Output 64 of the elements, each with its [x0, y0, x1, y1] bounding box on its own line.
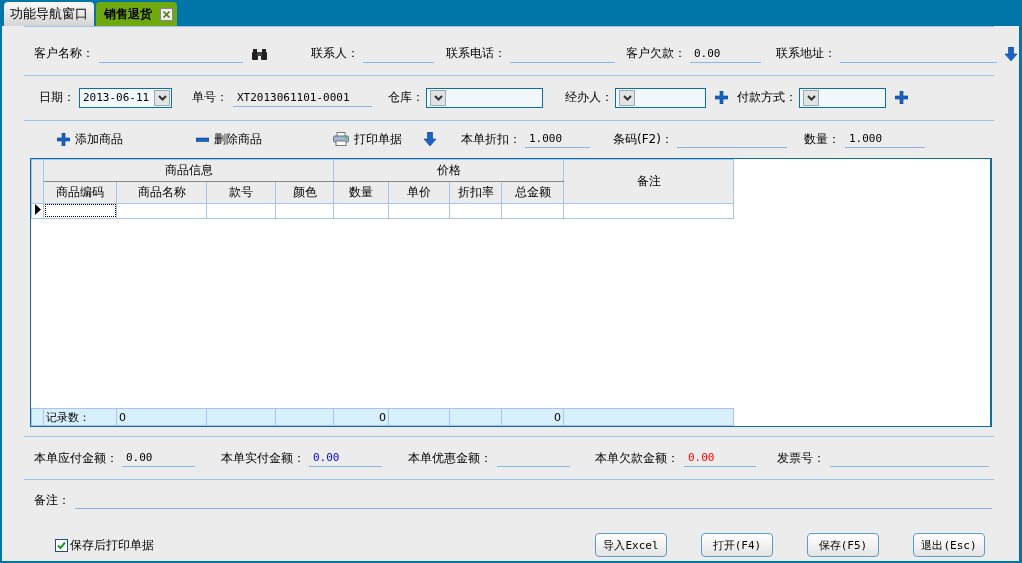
- toolbar-button[interactable]: 删除商品: [196, 130, 262, 148]
- chevron-icon: [622, 94, 632, 101]
- toolbar-button[interactable]: 打印单据: [333, 130, 402, 148]
- dropdown-field[interactable]: 2013-06-11: [79, 87, 172, 108]
- field-label: 客户欠款：: [626, 45, 687, 63]
- field-label: 单号：: [192, 89, 229, 107]
- field-label: 本单欠款金额：: [595, 449, 680, 467]
- action-button[interactable]: 导入Excel: [595, 533, 667, 558]
- field-label: 仓库：: [388, 89, 425, 107]
- column-header: 备注: [563, 159, 734, 204]
- field-label: 数量：: [804, 130, 841, 148]
- input-field[interactable]: 0.00: [690, 44, 761, 63]
- field-label: 本单优惠金额：: [408, 449, 493, 467]
- column-group-header: 商品信息: [43, 159, 334, 182]
- printer-icon: [333, 132, 349, 147]
- plus-icon[interactable]: [895, 91, 908, 105]
- field-label: 客户名称：: [34, 45, 95, 63]
- field-label: 付款方式：: [737, 89, 798, 107]
- field-label: 本单应付金额：: [34, 449, 119, 467]
- binoculars-icon[interactable]: [252, 47, 267, 60]
- dropdown-button[interactable]: [430, 89, 446, 106]
- column-group-header: 价格: [333, 159, 564, 182]
- field-label: 条码(F2)：: [613, 130, 674, 148]
- input-field[interactable]: 0.00: [309, 449, 382, 468]
- field-label: 联系人：: [311, 45, 360, 63]
- record-count: 0: [116, 408, 207, 426]
- down-arrow-icon[interactable]: [1005, 46, 1017, 61]
- field-label: 联系电话：: [446, 45, 507, 63]
- field-label: 经办人：: [565, 89, 614, 107]
- field-label: 联系地址：: [776, 45, 837, 63]
- dropdown-button[interactable]: [154, 89, 170, 106]
- action-button[interactable]: 打开(F4): [701, 533, 773, 558]
- dropdown-field[interactable]: [426, 87, 543, 108]
- close-icon[interactable]: [160, 7, 173, 21]
- plus-icon[interactable]: [715, 91, 728, 105]
- field-label: 日期：: [39, 89, 76, 107]
- action-button[interactable]: 保存(F5): [807, 533, 879, 558]
- dropdown-button[interactable]: [803, 89, 819, 106]
- checkmark-icon: [56, 539, 67, 551]
- input-field[interactable]: 1.000: [845, 130, 925, 149]
- chevron-icon: [806, 94, 816, 101]
- field-label: 备注：: [34, 491, 71, 509]
- input-field[interactable]: 0.00: [122, 449, 195, 468]
- print-after-save-checkbox[interactable]: 保存后打印单据: [55, 536, 154, 554]
- field-label: 本单实付金额：: [221, 449, 306, 467]
- input-field[interactable]: 1.000: [525, 130, 590, 149]
- focused-cell[interactable]: [43, 203, 117, 219]
- input-field[interactable]: XT2013061101-0001: [233, 88, 372, 107]
- field-label: 本单折扣：: [461, 130, 522, 148]
- footer-label: 记录数：: [43, 408, 117, 426]
- tab[interactable]: 销售退货: [96, 2, 177, 26]
- dropdown-field[interactable]: [615, 87, 706, 108]
- quantity-total: 0: [333, 408, 389, 426]
- dropdown-field[interactable]: [799, 87, 886, 108]
- amount-total: 0: [501, 408, 564, 426]
- tab[interactable]: 功能导航窗口: [4, 2, 94, 26]
- action-button[interactable]: 退出(Esc): [913, 533, 985, 558]
- chevron-icon: [157, 94, 167, 101]
- field-label: 发票号：: [777, 449, 826, 467]
- toolbar-button[interactable]: 添加商品: [57, 130, 123, 148]
- down-arrow-icon[interactable]: [424, 132, 436, 147]
- plus-icon[interactable]: [57, 132, 70, 146]
- chevron-icon: [433, 94, 443, 101]
- dropdown-button[interactable]: [619, 89, 635, 106]
